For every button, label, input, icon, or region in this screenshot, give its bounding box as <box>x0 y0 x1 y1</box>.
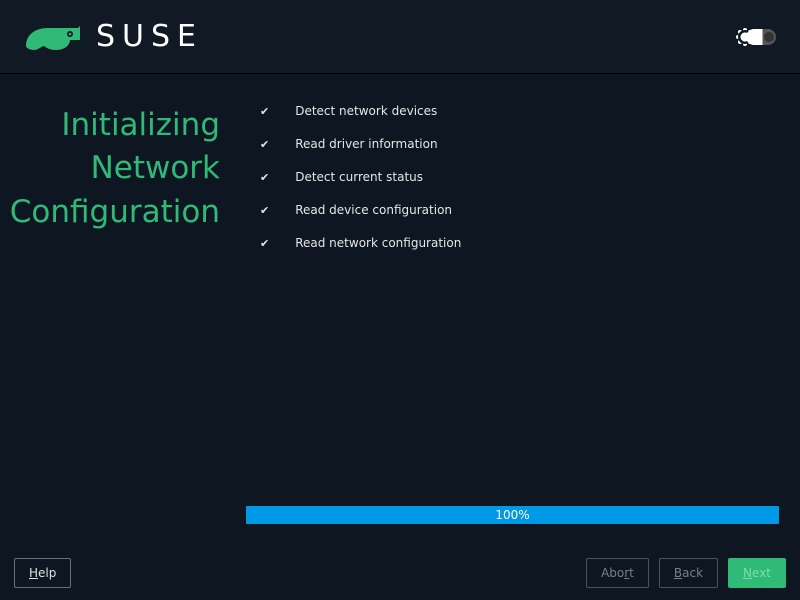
step-label: Read device configuration <box>295 203 452 217</box>
brand-text: SUSE <box>96 19 203 54</box>
content: ✔ Detect network devices ✔ Read driver i… <box>245 104 800 525</box>
check-icon: ✔ <box>260 138 269 151</box>
page-title: Initializing Network Configuration <box>0 104 220 234</box>
step-label: Read network configuration <box>295 236 461 250</box>
step-item: ✔ Detect network devices <box>260 104 780 118</box>
step-item: ✔ Detect current status <box>260 170 780 184</box>
footer: Help Abort Back Next <box>0 545 800 600</box>
help-button[interactable]: Help <box>14 558 71 588</box>
step-item: ✔ Read driver information <box>260 137 780 151</box>
sidebar: Initializing Network Configuration <box>0 104 245 525</box>
check-icon: ✔ <box>260 204 269 217</box>
step-item: ✔ Read network configuration <box>260 236 780 250</box>
header: SUSE <box>0 0 800 74</box>
check-icon: ✔ <box>260 105 269 118</box>
step-item: ✔ Read device configuration <box>260 203 780 217</box>
progress-wrap: 100% <box>245 505 780 525</box>
theme-toggle[interactable] <box>746 29 776 45</box>
chameleon-icon <box>24 20 82 54</box>
back-button[interactable]: Back <box>659 558 718 588</box>
brand-logo: SUSE <box>24 19 203 54</box>
progress-bar: 100% <box>245 505 780 525</box>
check-icon: ✔ <box>260 237 269 250</box>
step-label: Detect network devices <box>295 104 437 118</box>
progress-label: 100% <box>495 508 529 522</box>
step-label: Detect current status <box>295 170 423 184</box>
main: Initializing Network Configuration ✔ Det… <box>0 74 800 545</box>
step-list: ✔ Detect network devices ✔ Read driver i… <box>245 104 780 269</box>
abort-button[interactable]: Abort <box>586 558 649 588</box>
step-label: Read driver information <box>295 137 437 151</box>
next-button[interactable]: Next <box>728 558 786 588</box>
check-icon: ✔ <box>260 171 269 184</box>
